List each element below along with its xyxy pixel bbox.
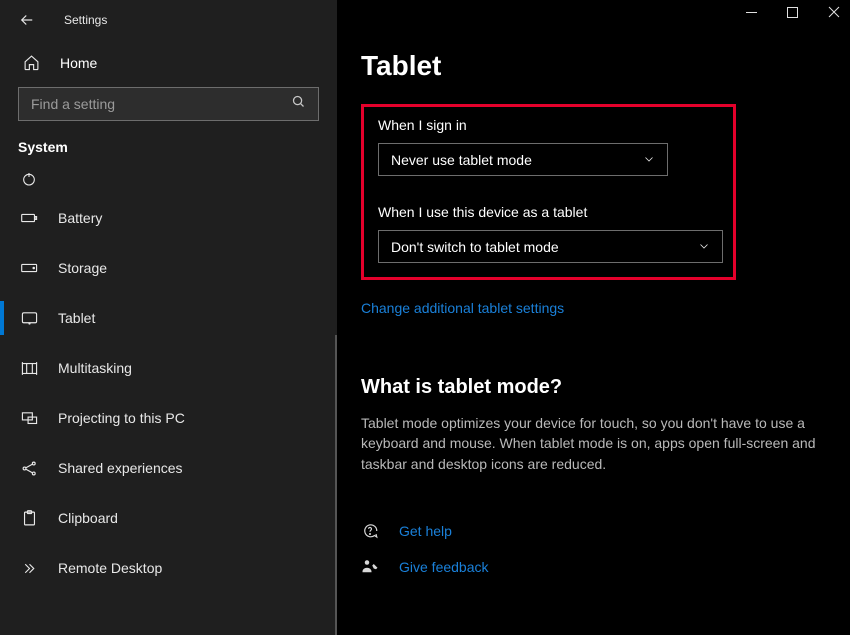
main-panel: Tablet When I sign in Never use tablet m… <box>337 0 850 635</box>
battery-icon <box>20 212 38 224</box>
sidebar-item-power-sleep[interactable]: Power & sleep <box>0 165 337 193</box>
sidebar: Settings Home System Power & sleep B <box>0 0 337 635</box>
project-icon <box>20 411 38 426</box>
page-title: Tablet <box>361 50 826 82</box>
nav-label: Clipboard <box>58 510 118 526</box>
nav-label: Storage <box>58 260 107 276</box>
search-input[interactable] <box>18 87 319 121</box>
description-text: Tablet mode optimizes your device for to… <box>361 413 826 474</box>
dropdown-value: Never use tablet mode <box>391 152 532 168</box>
minimize-button[interactable] <box>746 7 757 21</box>
sidebar-item-shared-experiences[interactable]: Shared experiences <box>0 443 337 493</box>
signin-label: When I sign in <box>378 117 719 133</box>
window-title: Settings <box>64 13 107 27</box>
share-icon <box>20 460 38 477</box>
sidebar-item-clipboard[interactable]: Clipboard <box>0 493 337 543</box>
nav-label: Shared experiences <box>58 460 183 476</box>
nav-label: Projecting to this PC <box>58 410 185 426</box>
get-help-link[interactable]: Get help <box>399 523 452 539</box>
sidebar-item-remote-desktop[interactable]: Remote Desktop <box>0 543 337 593</box>
device-tablet-label: When I use this device as a tablet <box>378 204 719 220</box>
nav-label: Multitasking <box>58 360 132 376</box>
nav-label: Tablet <box>58 310 95 326</box>
signin-dropdown[interactable]: Never use tablet mode <box>378 143 668 176</box>
maximize-button[interactable] <box>787 7 798 21</box>
remote-icon <box>20 560 38 577</box>
storage-icon <box>20 262 38 274</box>
additional-settings-link[interactable]: Change additional tablet settings <box>361 300 826 316</box>
highlight-box: When I sign in Never use tablet mode Whe… <box>361 104 736 280</box>
sidebar-item-projecting[interactable]: Projecting to this PC <box>0 393 337 443</box>
give-feedback-link[interactable]: Give feedback <box>399 559 489 575</box>
search-icon <box>291 94 306 114</box>
nav-label: Remote Desktop <box>58 560 162 576</box>
chevron-down-icon <box>643 152 655 168</box>
window-controls <box>746 6 840 21</box>
feedback-icon <box>361 558 381 576</box>
home-link[interactable]: Home <box>0 40 337 85</box>
dropdown-value: Don't switch to tablet mode <box>391 239 559 255</box>
help-icon <box>361 522 381 540</box>
tablet-icon <box>20 311 38 326</box>
feedback-row: Give feedback <box>361 558 826 576</box>
power-icon <box>20 171 38 187</box>
home-icon <box>22 54 40 71</box>
search-field[interactable] <box>31 96 291 112</box>
sidebar-item-storage[interactable]: Storage <box>0 243 337 293</box>
multitasking-icon <box>20 361 38 376</box>
section-heading: System <box>0 121 337 163</box>
clipboard-icon <box>20 510 38 527</box>
chevron-down-icon <box>698 239 710 255</box>
back-icon[interactable] <box>18 11 36 29</box>
close-button[interactable] <box>828 6 840 21</box>
get-help-row: Get help <box>361 522 826 540</box>
subheading: What is tablet mode? <box>361 376 826 399</box>
titlebar: Settings <box>0 0 337 40</box>
nav-list: Power & sleep Battery Storage Tablet Mul <box>0 165 337 593</box>
sidebar-item-multitasking[interactable]: Multitasking <box>0 343 337 393</box>
nav-label: Battery <box>58 210 102 226</box>
sidebar-item-tablet[interactable]: Tablet <box>0 293 337 343</box>
home-label: Home <box>60 55 97 71</box>
device-tablet-dropdown[interactable]: Don't switch to tablet mode <box>378 230 723 263</box>
sidebar-item-battery[interactable]: Battery <box>0 193 337 243</box>
